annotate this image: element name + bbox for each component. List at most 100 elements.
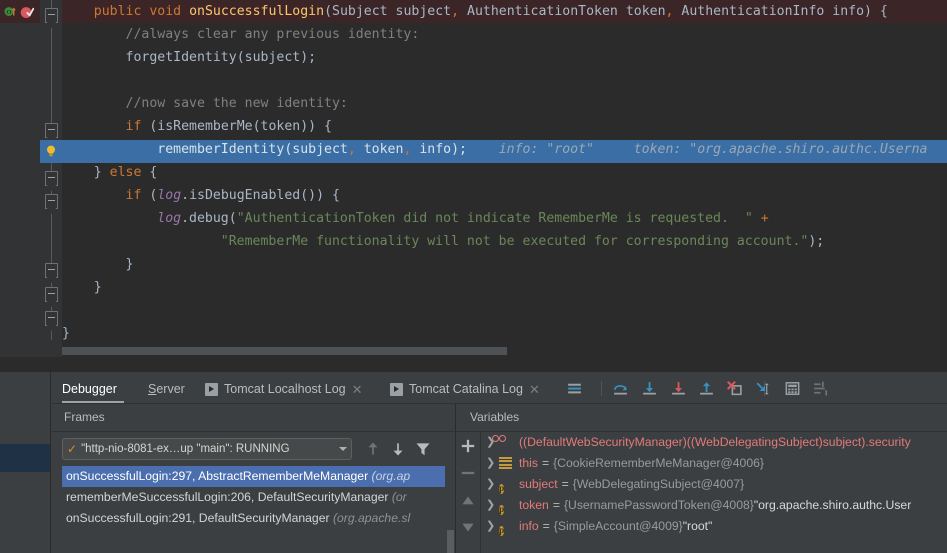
- code-line: //now save the new identity:: [62, 92, 947, 115]
- tab-tomcat-localhost-log[interactable]: Tomcat Localhost Log ✕: [205, 377, 363, 401]
- variable-equals: =: [542, 519, 550, 533]
- code-token: (: [141, 188, 158, 203]
- tab-label: Tomcat Catalina Log: [409, 382, 523, 396]
- variable-row[interactable]: ❯ p info = {SimpleAccount@4009} "root": [480, 516, 947, 537]
- fold-marker[interactable]: [45, 287, 58, 307]
- code-token: }: [93, 165, 110, 180]
- chevron-right-icon[interactable]: ❯: [486, 495, 499, 516]
- code-token: rememberIdentity(subject: [157, 142, 348, 157]
- tab-debugger[interactable]: Debugger: [62, 377, 117, 401]
- settings-button[interactable]: [812, 380, 829, 397]
- chevron-right-icon[interactable]: ❯: [486, 474, 499, 495]
- code-token: }: [125, 257, 134, 272]
- frames-down-button[interactable]: [389, 440, 407, 458]
- editor-bottom-filler: [0, 357, 947, 372]
- frames-vertical-scrollbar[interactable]: [446, 466, 455, 553]
- variable-equals: =: [561, 477, 569, 491]
- frames-up-button[interactable]: [364, 440, 382, 458]
- close-icon[interactable]: ✕: [529, 383, 540, 396]
- intention-bulb-icon[interactable]: [44, 144, 58, 158]
- frame-list-item[interactable]: onSuccessfulLogin:297, AbstractRememberM…: [62, 466, 445, 487]
- code-line: }: [62, 322, 947, 345]
- variable-value: {WebDelegatingSubject@4007}: [572, 477, 745, 491]
- code-token: //now save the new identity:: [125, 96, 348, 111]
- run-to-cursor-button[interactable]: [754, 380, 771, 397]
- move-watch-down-button[interactable]: [459, 518, 477, 536]
- tab-server[interactable]: Server: [148, 377, 185, 401]
- remove-watch-button[interactable]: [459, 464, 477, 482]
- fold-marker[interactable]: [45, 171, 58, 191]
- frame-list-item[interactable]: onSuccessfulLogin:291, DefaultSecurityMa…: [62, 508, 445, 529]
- code-token: ) {: [864, 4, 888, 19]
- editor-horizontal-scrollbar[interactable]: [62, 345, 947, 357]
- show-execution-point-button[interactable]: [566, 380, 583, 397]
- watches-toolbar: [456, 432, 481, 553]
- parameter-icon: p: [499, 484, 505, 494]
- variable-row[interactable]: ❯ ((DefaultWebSecurityManager)((WebDelega…: [480, 432, 947, 453]
- code-token: info: "root" token: "org.apache.shiro.au…: [466, 142, 928, 157]
- code-token: forgetIdentity: [125, 50, 237, 65]
- code-token: log: [157, 211, 182, 226]
- code-line: "RememberMe functionality will not be ex…: [62, 230, 947, 253]
- tab-tomcat-catalina-log[interactable]: Tomcat Catalina Log ✕: [390, 377, 540, 401]
- code-token: if: [125, 119, 142, 134]
- frame-list-item[interactable]: rememberMeSuccessfulLogin:206, DefaultSe…: [62, 487, 445, 508]
- fold-marker[interactable]: [45, 311, 58, 331]
- fold-marker[interactable]: [45, 263, 58, 283]
- variables-pane-title: Variables: [470, 410, 520, 424]
- editor-horizontal-scroll-thumb[interactable]: [62, 347, 507, 355]
- fold-marker[interactable]: [45, 194, 58, 214]
- code-token: ,: [347, 142, 356, 157]
- code-line: public void onSuccessfulLogin(Subject su…: [62, 0, 947, 23]
- run-icon: [205, 382, 218, 396]
- code-editor[interactable]: O public void onSuccessfulLogin(Subject …: [0, 0, 947, 372]
- step-out-button[interactable]: [698, 380, 715, 397]
- frames-title-rule: [50, 431, 455, 432]
- force-step-into-button[interactable]: [670, 380, 687, 397]
- code-token: (: [324, 4, 333, 19]
- code-token: info: [824, 4, 865, 19]
- code-text-area[interactable]: public void onSuccessfulLogin(Subject su…: [62, 0, 947, 345]
- step-into-button[interactable]: [641, 380, 658, 397]
- stripe-selected-item[interactable]: [0, 444, 50, 472]
- code-token: }: [62, 326, 70, 341]
- close-icon[interactable]: ✕: [352, 383, 363, 396]
- frame-method: onSuccessfulLogin:297, AbstractRememberM…: [66, 469, 372, 483]
- variable-name: token: [519, 498, 549, 512]
- move-watch-up-button[interactable]: [459, 492, 477, 510]
- frame-package: (org.apache.sl: [332, 511, 411, 525]
- fold-marker[interactable]: [45, 8, 58, 28]
- chevron-right-icon[interactable]: ❯: [486, 453, 499, 474]
- variable-row[interactable]: ❯ p subject = {WebDelegatingSubject@4007}: [480, 474, 947, 495]
- code-token: );: [808, 234, 825, 249]
- override-method-icon[interactable]: O: [4, 5, 17, 18]
- evaluate-expression-button[interactable]: [784, 380, 801, 397]
- breakpoint-verified-icon[interactable]: [20, 5, 34, 19]
- code-token: (isRememberMe(token)) {: [141, 119, 332, 134]
- code-token: public: [93, 4, 142, 19]
- variables-list[interactable]: ❯ ((DefaultWebSecurityManager)((WebDelega…: [480, 432, 947, 553]
- code-line: } else {: [62, 161, 947, 184]
- debug-left-stripe[interactable]: [0, 372, 51, 553]
- variable-row[interactable]: ❯ p token = {UsernamePasswordToken@4008} "or…: [480, 495, 947, 516]
- code-token: info);: [411, 142, 467, 157]
- svg-text:O: O: [6, 9, 11, 16]
- tab-label: Server: [148, 382, 185, 396]
- code-token: "RememberMe functionality will not be ex…: [220, 234, 809, 249]
- code-line: rememberIdentity(subject, token, info); …: [62, 138, 947, 161]
- variable-row[interactable]: ❯ this = {CookieRememberMeManager@4006}: [480, 453, 947, 474]
- code-folding-strip[interactable]: [40, 0, 62, 372]
- fold-marker[interactable]: [45, 123, 58, 143]
- add-watch-button[interactable]: [459, 437, 477, 455]
- thread-selector-combo[interactable]: ✓ "http-nio-8081-ex…up "main": RUNNING: [62, 438, 352, 460]
- step-over-button[interactable]: [612, 380, 629, 397]
- variable-name: ((DefaultWebSecurityManager)((WebDelegat…: [519, 435, 911, 449]
- chevron-right-icon[interactable]: ❯: [486, 516, 499, 537]
- editor-gutter[interactable]: O: [0, 0, 40, 372]
- code-token: subject: [387, 4, 452, 19]
- frames-list[interactable]: onSuccessfulLogin:297, AbstractRememberM…: [62, 466, 445, 553]
- frames-filter-button[interactable]: [414, 440, 432, 458]
- drop-frame-button[interactable]: [726, 380, 743, 397]
- frames-vertical-scroll-thumb[interactable]: [447, 530, 454, 553]
